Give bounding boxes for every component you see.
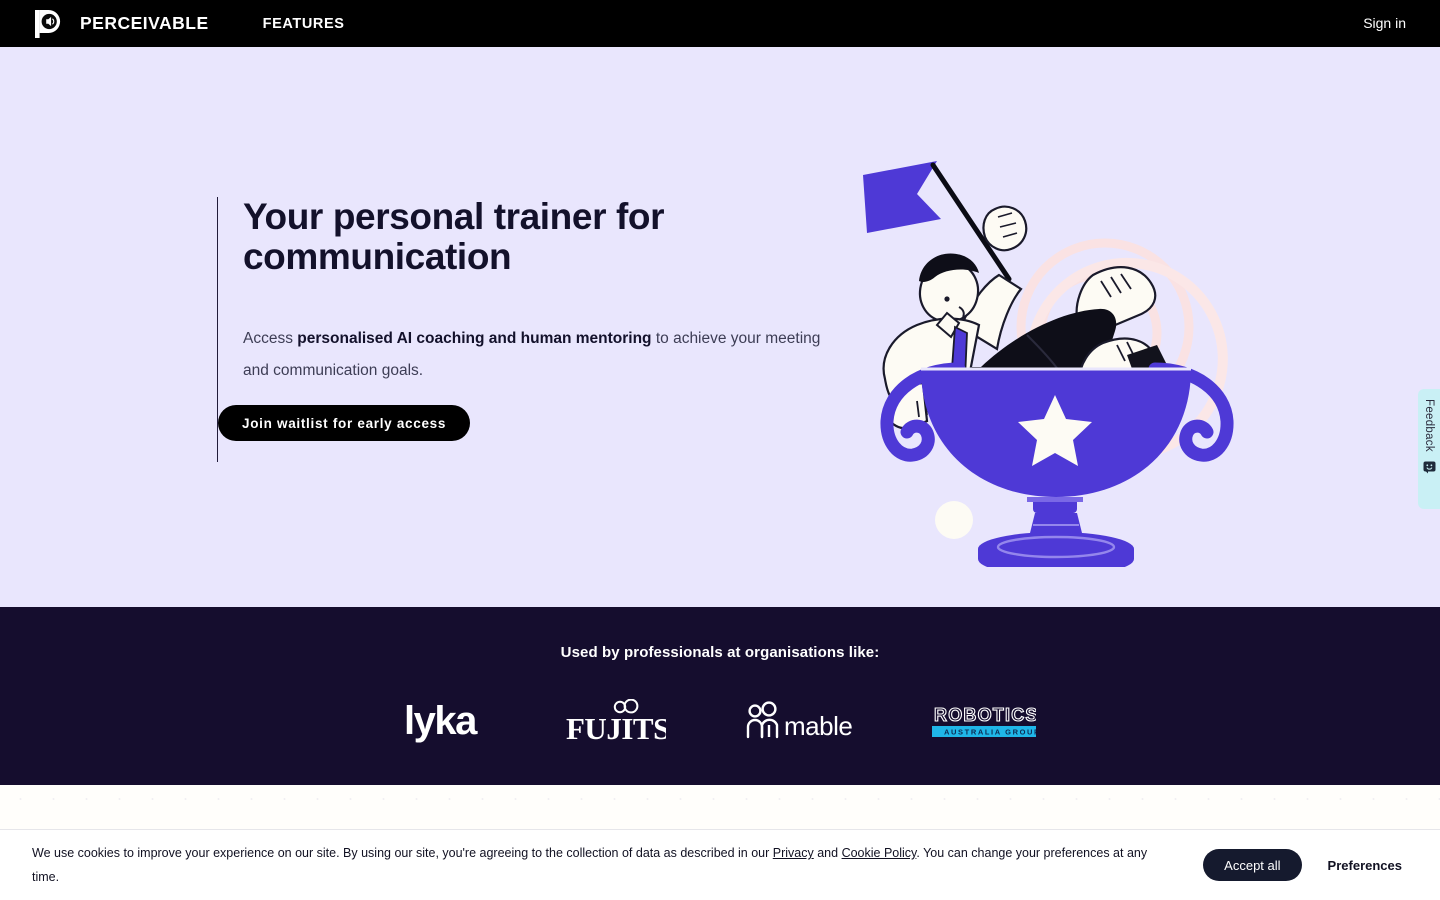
join-waitlist-button[interactable]: Join waitlist for early access — [218, 405, 471, 441]
landing-page: PERCEIVABLE FEATURES Sign in Your person… — [0, 0, 1440, 900]
fujitsu-logo-svg: FUJITSU — [566, 699, 666, 745]
cookie-text-part1: We use cookies to improve your experienc… — [32, 846, 773, 860]
preferences-button[interactable]: Preferences — [1328, 858, 1402, 873]
hero-subtitle-part1: Access — [243, 330, 298, 347]
brand-logo[interactable]: PERCEIVABLE — [32, 7, 209, 41]
page-title: Your personal trainer for communication — [243, 196, 665, 277]
svg-text:AUSTRALIA GROUP: AUSTRALIA GROUP — [944, 728, 1036, 737]
lyka-logo-svg: lyka — [404, 699, 480, 743]
svg-text:mable: mable — [784, 711, 852, 741]
cookie-banner-actions: Accept all Preferences — [1203, 849, 1402, 881]
dotted-divider-row — [0, 793, 1440, 801]
logo-lyka: lyka — [404, 699, 488, 745]
svg-text:FUJITSU: FUJITSU — [566, 711, 666, 745]
nav-link-features[interactable]: FEATURES — [263, 16, 345, 32]
cookie-banner: We use cookies to improve your experienc… — [0, 829, 1440, 900]
brand-name: PERCEIVABLE — [80, 13, 209, 33]
cookie-policy-link[interactable]: Cookie Policy — [842, 846, 917, 860]
hero-section: Your personal trainer for communication … — [0, 47, 1440, 607]
smiley-feedback-icon-svg — [1423, 461, 1435, 474]
logo-robotics-australia-group: ROBOTICS AUSTRALIA GROUP — [932, 699, 1036, 745]
privacy-link[interactable]: Privacy — [773, 846, 814, 860]
perceivable-p-speaker-logo-icon — [32, 7, 66, 41]
nav-links: FEATURES — [263, 16, 345, 32]
logo-list: lyka FUJITSU mable — [0, 699, 1440, 745]
cookie-text-part2: and — [813, 846, 842, 860]
brand-mark-svg — [35, 9, 61, 38]
dotted-divider-band — [0, 785, 1440, 829]
social-proof-section: Used by professionals at organisations l… — [0, 607, 1440, 785]
social-proof-title: Used by professionals at organisations l… — [560, 644, 880, 661]
hero-copy: Your personal trainer for communication … — [217, 197, 857, 462]
feedback-tab[interactable]: Feedback — [1418, 389, 1440, 509]
hero-subtitle: Access personalised AI coaching and huma… — [243, 323, 843, 387]
robotics-logo-svg: ROBOTICS AUSTRALIA GROUP — [932, 704, 1036, 737]
hero-illustration — [855, 157, 1255, 576]
feedback-tab-label: Feedback — [1423, 399, 1435, 452]
hero-subtitle-emphasis: personalised AI coaching and human mento… — [297, 330, 652, 347]
sign-in-link[interactable]: Sign in — [1363, 15, 1406, 31]
cookie-banner-text: We use cookies to improve your experienc… — [32, 841, 1172, 889]
svg-text:ROBOTICS: ROBOTICS — [934, 705, 1036, 725]
nav-right: Sign in — [1363, 15, 1406, 33]
trophy-person-illustration-svg — [863, 161, 1234, 576]
accept-all-button[interactable]: Accept all — [1203, 849, 1302, 881]
logo-fujitsu: FUJITSU — [566, 699, 666, 745]
svg-text:lyka: lyka — [404, 699, 478, 743]
mable-logo-svg: mable — [746, 701, 853, 741]
smiley-feedback-icon — [1423, 452, 1436, 474]
top-navbar: PERCEIVABLE FEATURES Sign in — [0, 0, 1440, 47]
logo-mable: mable — [744, 699, 854, 745]
